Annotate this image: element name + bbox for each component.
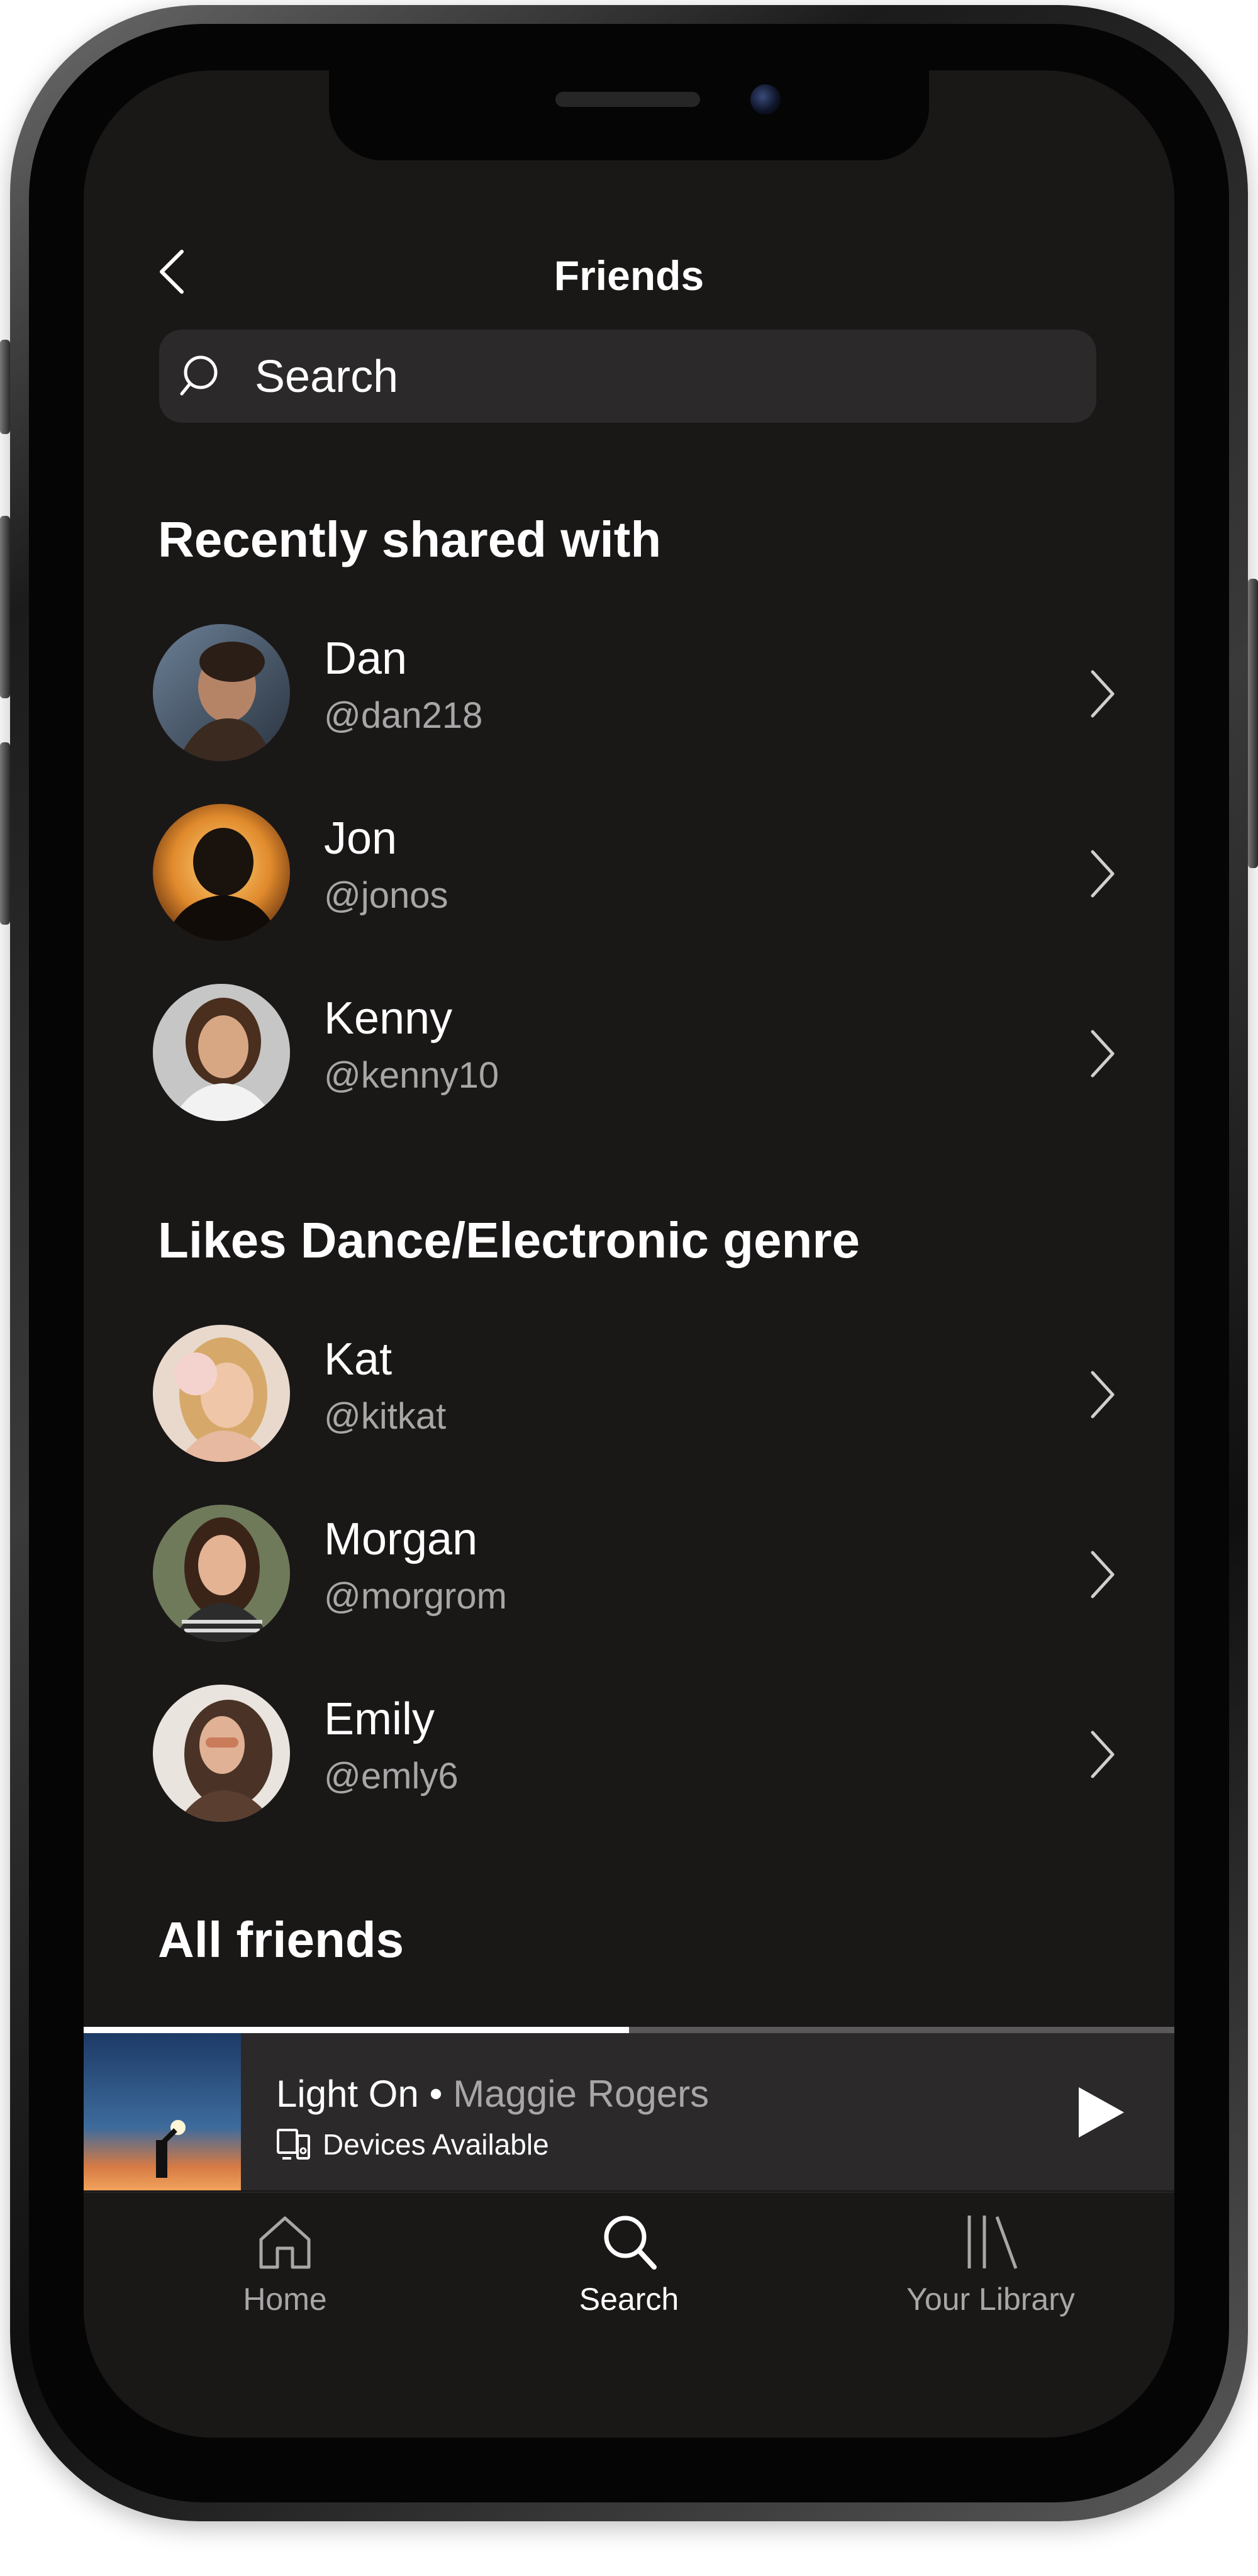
playback-progress-bar[interactable]: [84, 2027, 1174, 2033]
section-heading-genre: Likes Dance/Electronic genre: [158, 1212, 860, 1268]
search-bar[interactable]: [159, 330, 1096, 424]
now-playing-bar[interactable]: Light On • Maggie Rogers Devices Availab…: [84, 2033, 1174, 2190]
volume-up-button: [0, 516, 10, 698]
friend-handle: @dan218: [324, 695, 483, 736]
friend-row-morgan[interactable]: Morgan @morgrom: [153, 1505, 1122, 1649]
section-heading-all: All friends: [158, 1912, 404, 1968]
now-playing-song: Light On: [276, 2073, 419, 2115]
search-input[interactable]: [253, 330, 1074, 424]
top-bar: Friends: [84, 234, 1174, 309]
chevron-right-icon: [1091, 1551, 1115, 1598]
friend-handle: @jonos: [324, 875, 448, 916]
chevron-right-icon: [1091, 1030, 1115, 1078]
volume-down-button: [0, 742, 10, 925]
library-icon: [967, 2216, 1018, 2269]
front-camera: [750, 84, 781, 114]
tab-label: Search: [579, 2282, 679, 2317]
play-icon[interactable]: [1067, 2081, 1130, 2144]
avatar: [153, 1685, 290, 1822]
chevron-right-icon: [1091, 670, 1115, 718]
now-playing-title: Light On • Maggie Rogers: [276, 2072, 709, 2116]
app-screen: Friends Recently shared with Dan @dan218: [84, 70, 1174, 2438]
friend-handle: @kitkat: [324, 1396, 447, 1437]
home-icon: [259, 2216, 311, 2269]
chevron-right-icon: [1091, 850, 1115, 898]
tab-your-library[interactable]: Your Library: [865, 2212, 1116, 2356]
section-heading-recent: Recently shared with: [158, 511, 662, 567]
avatar: [153, 1325, 290, 1462]
tab-label: Your Library: [906, 2282, 1075, 2317]
friend-name: Emily: [324, 1694, 435, 1744]
friend-handle: @kenny10: [324, 1055, 499, 1096]
avatar: [153, 1505, 290, 1642]
friend-name: Kat: [324, 1334, 392, 1385]
chevron-right-icon: [1091, 1731, 1115, 1778]
friend-name: Kenny: [324, 993, 453, 1044]
tab-bar: Home Search Your Library: [84, 2192, 1174, 2438]
friend-name: Jon: [324, 813, 398, 864]
tab-label: Home: [243, 2282, 327, 2317]
devices-label: Devices Available: [323, 2128, 549, 2161]
page-title: Friends: [554, 252, 704, 299]
avatar: [153, 804, 290, 941]
friend-row-jon[interactable]: Jon @jonos: [153, 804, 1122, 949]
tab-search[interactable]: Search: [503, 2212, 755, 2356]
tab-home[interactable]: Home: [159, 2212, 411, 2356]
notch: [329, 70, 929, 160]
friend-handle: @morgrom: [324, 1576, 507, 1617]
power-button: [1248, 579, 1258, 868]
search-icon: [604, 2216, 657, 2270]
friend-handle: @emly6: [324, 1756, 459, 1797]
friend-row-emily[interactable]: Emily @emly6: [153, 1685, 1122, 1829]
devices-icon: [277, 2129, 310, 2160]
album-art: [84, 2033, 241, 2190]
friend-row-kat[interactable]: Kat @kitkat: [153, 1325, 1122, 1469]
friend-row-kenny[interactable]: Kenny @kenny10: [153, 984, 1122, 1129]
earpiece-speaker: [555, 92, 700, 107]
playback-progress-fill: [84, 2027, 629, 2033]
now-playing-separator: •: [429, 2073, 443, 2115]
avatar: [153, 984, 290, 1121]
now-playing-artist: Maggie Rogers: [453, 2073, 710, 2115]
search-icon: [180, 355, 218, 396]
chevron-right-icon: [1091, 1371, 1115, 1419]
avatar: [153, 624, 290, 761]
friend-name: Dan: [324, 633, 408, 684]
friend-name: Morgan: [324, 1514, 478, 1564]
silent-switch: [0, 340, 10, 434]
devices-available-button[interactable]: Devices Available: [276, 2127, 549, 2161]
friend-row-dan[interactable]: Dan @dan218: [153, 624, 1122, 769]
